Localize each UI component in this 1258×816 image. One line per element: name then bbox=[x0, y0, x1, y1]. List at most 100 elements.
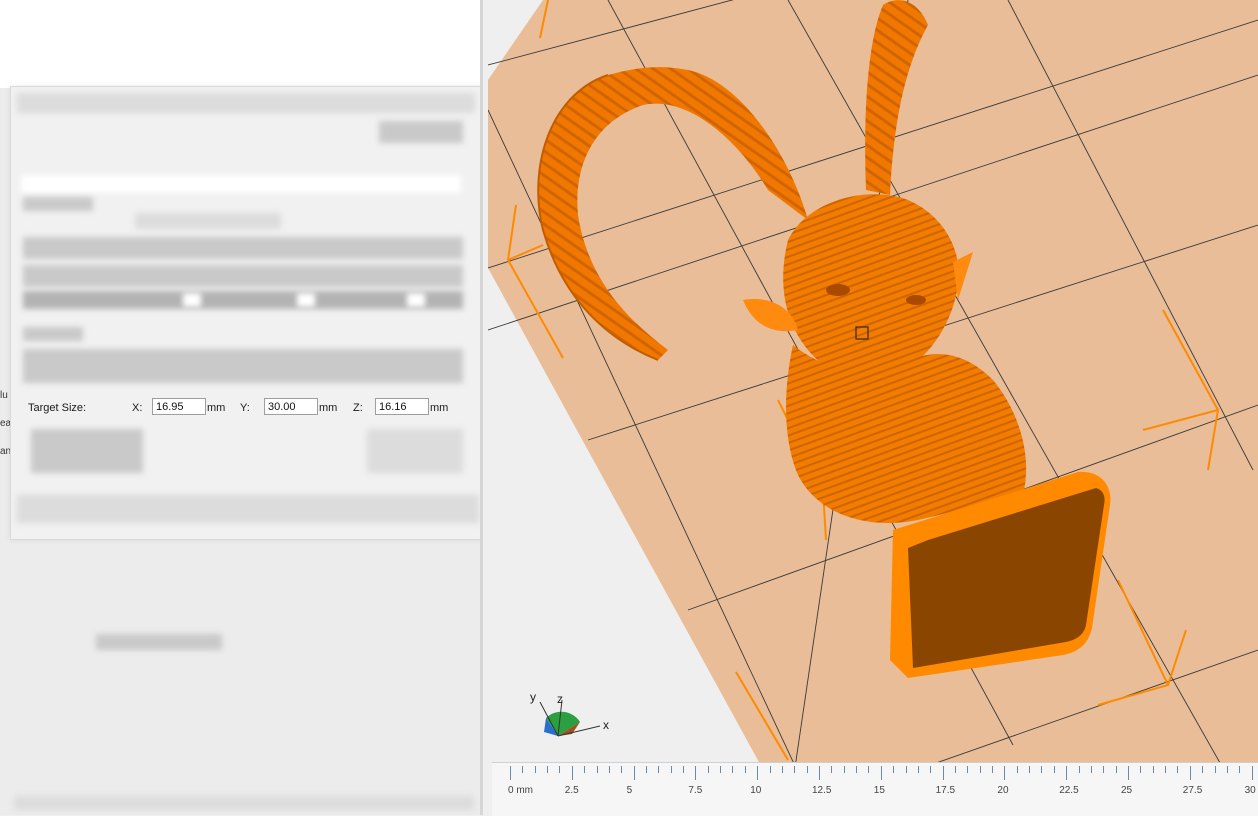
dialog-close-button-obscured[interactable] bbox=[379, 121, 463, 143]
y-label: Y: bbox=[240, 402, 250, 414]
ruler-minor-tick bbox=[1177, 766, 1179, 773]
ruler-major-tick bbox=[1128, 766, 1129, 780]
ruler-minor-tick bbox=[522, 766, 524, 773]
dialog-footer-obscured bbox=[17, 495, 479, 523]
target-size-label: Target Size: bbox=[28, 402, 87, 414]
ruler-minor-tick bbox=[1103, 766, 1105, 773]
ruler-major-tick bbox=[880, 766, 882, 780]
dialog-grid-row-3 bbox=[23, 291, 463, 309]
ruler-label: 22.5 bbox=[1059, 785, 1079, 796]
ruler-label: 5 bbox=[626, 785, 633, 796]
ruler-major-tick bbox=[571, 766, 573, 780]
gizmo-z-label: z bbox=[557, 692, 563, 706]
ruler-label: 0 mm bbox=[508, 785, 533, 796]
ruler-minor-tick bbox=[905, 766, 907, 773]
ruler-minor-tick bbox=[979, 766, 981, 773]
ruler-major-tick bbox=[757, 766, 759, 780]
ruler-major-tick bbox=[1004, 766, 1006, 780]
ruler-minor-tick bbox=[670, 766, 672, 773]
dialog-section-label-obscured bbox=[23, 327, 83, 341]
dialog-grid-cell-2[interactable] bbox=[297, 293, 315, 307]
target-size-z-input[interactable] bbox=[375, 398, 429, 415]
ruler-minor-tick bbox=[856, 766, 858, 773]
gizmo-x-label: x bbox=[603, 718, 609, 732]
target-size-row: Target Size: X: mm Y: mm Z: mm bbox=[16, 396, 481, 422]
ruler-minor-tick bbox=[1152, 766, 1154, 773]
ruler-minor-tick bbox=[794, 766, 796, 773]
ruler-minor-tick bbox=[645, 766, 647, 773]
dialog-grid-row-4 bbox=[23, 349, 463, 383]
ruler-minor-tick bbox=[1140, 766, 1142, 773]
dialog-row-obscured bbox=[23, 197, 93, 211]
ruler-major-tick bbox=[510, 766, 511, 780]
dialog-apply-button-obscured[interactable] bbox=[367, 429, 463, 473]
ruler-minor-tick bbox=[868, 766, 870, 773]
ruler-minor-tick bbox=[1226, 766, 1228, 773]
ruler-minor-tick bbox=[1041, 766, 1043, 773]
target-size-x-input[interactable] bbox=[152, 398, 206, 415]
dialog-option-obscured[interactable] bbox=[31, 429, 143, 473]
ruler-label: 27.5 bbox=[1182, 785, 1203, 796]
scale-dialog bbox=[10, 86, 482, 540]
ruler-major-tick bbox=[942, 766, 944, 780]
ruler-minor-tick bbox=[584, 766, 586, 773]
dialog-header-obscured bbox=[17, 93, 475, 113]
dialog-grid-cell-1[interactable] bbox=[183, 293, 201, 307]
ruler-minor-tick bbox=[621, 766, 623, 773]
ruler-minor-tick bbox=[967, 766, 969, 773]
ruler-label: 25 bbox=[1121, 785, 1133, 796]
left-panel-status-obscured bbox=[96, 634, 222, 650]
x-label: X: bbox=[132, 402, 143, 414]
gizmo-y-label: y bbox=[530, 690, 536, 704]
ruler-minor-tick bbox=[1214, 766, 1216, 773]
ruler-label: 30 bbox=[1244, 785, 1256, 796]
ruler-minor-tick bbox=[732, 766, 734, 773]
dialog-input-obscured[interactable] bbox=[21, 175, 461, 193]
z-unit: mm bbox=[430, 402, 449, 414]
x-ruler: 0 mm 2.5 5 7.5 10 12.5 15 17.5 20 22.5 25 27.5 30 bbox=[492, 762, 1258, 816]
ruler-minor-tick bbox=[744, 766, 746, 773]
axis-orientation-gizmo[interactable]: y z x bbox=[524, 688, 620, 744]
panel-splitter[interactable] bbox=[480, 0, 483, 815]
ruler-minor-tick bbox=[608, 766, 610, 773]
ruler-minor-tick bbox=[720, 766, 722, 773]
ruler-minor-tick bbox=[831, 766, 833, 773]
ruler-minor-tick bbox=[1029, 766, 1031, 773]
edge-fragment-1: lu bbox=[0, 390, 8, 401]
ruler-label: 10 bbox=[750, 785, 762, 796]
dialog-grid-row-2 bbox=[23, 265, 463, 287]
ruler-label: 12.5 bbox=[812, 785, 832, 796]
ruler-minor-tick bbox=[1239, 766, 1241, 773]
left-panel: lu ea an Target Size: X: mm Y: mm Z: mm bbox=[0, 0, 482, 815]
ruler-minor-tick bbox=[707, 766, 709, 773]
dialog-grid-cell-3[interactable] bbox=[407, 293, 425, 307]
ruler-minor-tick bbox=[930, 766, 932, 773]
ruler-major-tick bbox=[1066, 766, 1068, 780]
ruler-major-tick bbox=[1251, 766, 1253, 780]
ruler-minor-tick bbox=[781, 766, 783, 773]
left-panel-header bbox=[0, 0, 482, 88]
ruler-major-tick bbox=[695, 766, 697, 780]
ruler-minor-tick bbox=[1202, 766, 1204, 773]
ruler-label: 7.5 bbox=[688, 785, 703, 796]
ruler-minor-tick bbox=[1165, 766, 1167, 773]
ruler-minor-tick bbox=[534, 766, 536, 773]
target-size-y-input[interactable] bbox=[264, 398, 318, 415]
ruler-label: 20 bbox=[997, 785, 1009, 796]
z-label: Z: bbox=[353, 402, 363, 414]
left-panel-bottom-bar bbox=[14, 796, 474, 810]
ruler-minor-tick bbox=[1016, 766, 1018, 773]
ruler-minor-tick bbox=[954, 766, 956, 773]
ruler-label: 17.5 bbox=[935, 785, 956, 796]
ruler-major-tick bbox=[633, 766, 635, 780]
ruler-minor-tick bbox=[559, 766, 561, 773]
ruler-minor-tick bbox=[893, 766, 895, 773]
ruler-minor-tick bbox=[1090, 766, 1092, 773]
ruler-minor-tick bbox=[992, 766, 994, 773]
ruler-minor-tick bbox=[1053, 766, 1055, 773]
dialog-tab-obscured[interactable] bbox=[135, 213, 281, 229]
ruler-major-tick bbox=[1189, 766, 1191, 780]
ruler-minor-tick bbox=[596, 766, 598, 773]
ruler-label: 15 bbox=[873, 785, 885, 796]
ruler-minor-tick bbox=[769, 766, 771, 773]
